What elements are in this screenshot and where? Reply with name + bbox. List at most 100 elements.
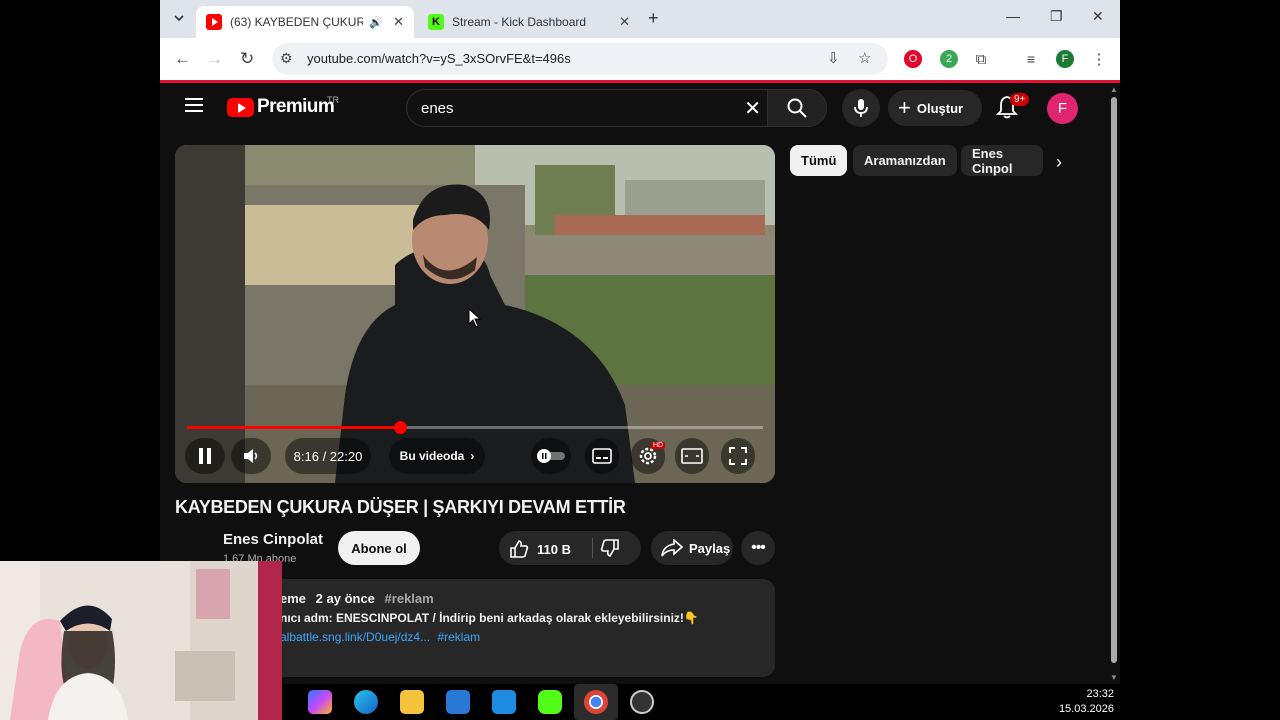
- hashtag-link[interactable]: #reklam: [385, 591, 434, 606]
- like-dislike-group: 110 B: [499, 531, 641, 565]
- create-button[interactable]: + Oluştur: [888, 90, 982, 126]
- pause-icon: [199, 448, 211, 464]
- chevron-right-icon[interactable]: ›: [1056, 152, 1062, 173]
- channel-name[interactable]: Enes Cinpolat: [223, 531, 323, 548]
- like-button[interactable]: 110 B: [509, 539, 571, 559]
- kick-favicon-icon: K: [428, 14, 444, 30]
- window-close-button[interactable]: ✕: [1092, 8, 1104, 25]
- media-queue-icon[interactable]: ≡: [1022, 50, 1040, 68]
- clock-date: 15.03.2026: [1058, 703, 1114, 715]
- time-display: 8:16 / 22:20: [285, 438, 371, 474]
- description-line: nıcı adm: ENESCINPOLAT / İndirip beni ar…: [280, 611, 699, 625]
- tab-title: Stream - Kick Dashboard: [452, 15, 587, 29]
- profile-avatar[interactable]: F: [1056, 50, 1074, 68]
- speaker-icon[interactable]: 🔊: [369, 16, 383, 29]
- menu-icon[interactable]: ⋮: [1090, 50, 1108, 68]
- more-horizontal-icon: •••: [751, 539, 766, 556]
- tab-kick[interactable]: K Stream - Kick Dashboard ✕: [418, 6, 640, 38]
- theater-mode-button[interactable]: [675, 438, 709, 474]
- speaker-icon: [244, 449, 258, 463]
- voice-search-button[interactable]: [842, 89, 880, 127]
- extension-icon[interactable]: 2: [940, 50, 958, 68]
- copilot-icon[interactable]: [308, 690, 332, 714]
- tab-strip: (63) KAYBEDEN ÇUKURA D 🔊 ✕ K Stream - Ki…: [160, 0, 1120, 38]
- share-label: Paylaş: [689, 540, 731, 556]
- scroll-down-icon[interactable]: ▼: [1110, 673, 1118, 682]
- plus-icon: +: [898, 95, 911, 120]
- url-text[interactable]: youtube.com/watch?v=yS_3xSOrvFE&t=496s: [307, 51, 571, 66]
- new-tab-button[interactable]: +: [648, 8, 659, 29]
- obs-icon[interactable]: [630, 690, 654, 714]
- tab-title: (63) KAYBEDEN ÇUKURA D: [230, 15, 364, 29]
- youtube-logo-text[interactable]: Premium: [257, 96, 335, 118]
- progress-bar[interactable]: [187, 421, 763, 434]
- extension-badge: 2: [945, 53, 953, 65]
- edge-icon[interactable]: [354, 690, 378, 714]
- sponsor-link[interactable]: albattle.sng.link/D0uej/dz4...: [280, 630, 430, 644]
- back-button[interactable]: ←: [174, 49, 191, 69]
- store-icon[interactable]: [446, 690, 470, 714]
- chip-all[interactable]: Tümü: [790, 145, 848, 176]
- browser-window: (63) KAYBEDEN ÇUKURA D 🔊 ✕ K Stream - Ki…: [160, 0, 1120, 684]
- site-info-icon[interactable]: ⚙: [280, 50, 293, 67]
- dislike-button[interactable]: [600, 538, 620, 561]
- volume-button[interactable]: [231, 438, 271, 474]
- system-clock[interactable]: 23:32 15.03.2026: [1059, 687, 1114, 717]
- scroll-up-icon[interactable]: ▲: [1110, 85, 1118, 94]
- tab-search-button[interactable]: [168, 6, 190, 30]
- notification-badge: 9+: [1010, 93, 1030, 106]
- webcam-overlay: [0, 561, 282, 720]
- minimize-button[interactable]: —: [1006, 8, 1020, 24]
- hamburger-menu-icon[interactable]: [185, 98, 203, 112]
- search-query[interactable]: enes: [421, 100, 454, 117]
- fullscreen-button[interactable]: [721, 438, 755, 474]
- thumbs-up-icon: [510, 540, 529, 558]
- address-bar[interactable]: ⚙ youtube.com/watch?v=yS_3xSOrvFE&t=496s…: [272, 43, 888, 75]
- chip-channel[interactable]: Enes Cinpol: [961, 145, 1043, 176]
- scroll-thumb[interactable]: [1111, 97, 1117, 663]
- bookmark-star-icon[interactable]: ☆: [858, 49, 871, 67]
- page-scrollbar[interactable]: ▲ ▼: [1108, 83, 1120, 684]
- toolbar: ← → ↻ ⚙ youtube.com/watch?v=yS_3xSOrvFE&…: [160, 38, 1120, 80]
- subtitles-button[interactable]: [585, 438, 619, 474]
- chrome-icon[interactable]: [584, 690, 608, 714]
- restore-button[interactable]: ❐: [1050, 8, 1063, 25]
- hashtag-link[interactable]: #reklam: [437, 630, 480, 644]
- file-explorer-icon[interactable]: [400, 690, 424, 714]
- subtitles-icon: [592, 448, 612, 464]
- mail-icon[interactable]: [492, 690, 516, 714]
- forward-button[interactable]: →: [206, 49, 223, 69]
- kick-app-icon[interactable]: [538, 690, 562, 714]
- clear-search-icon[interactable]: ✕: [744, 96, 761, 121]
- create-label: Oluştur: [916, 100, 964, 116]
- screen: (63) KAYBEDEN ÇUKURA D 🔊 ✕ K Stream - Ki…: [0, 0, 1280, 720]
- settings-button[interactable]: HD: [631, 438, 666, 474]
- view-count: eme: [280, 591, 307, 606]
- share-button[interactable]: Paylaş: [651, 531, 733, 565]
- account-avatar[interactable]: F: [1047, 93, 1078, 124]
- install-icon[interactable]: ⇩: [827, 49, 840, 67]
- opera-extension-icon[interactable]: O: [904, 50, 922, 68]
- description-meta: eme 2 ay önce #reklam: [280, 591, 434, 606]
- share-icon: [661, 539, 683, 557]
- search-button[interactable]: [767, 89, 827, 127]
- autoplay-toggle[interactable]: [531, 438, 571, 474]
- more-actions-button[interactable]: •••: [741, 531, 775, 565]
- close-icon[interactable]: ✕: [393, 14, 404, 30]
- puzzle-icon[interactable]: ⧉: [972, 50, 990, 68]
- chip-from-search[interactable]: Aramanızdan: [853, 145, 957, 176]
- subscribe-button[interactable]: Abone ol: [338, 531, 420, 565]
- chapter-button[interactable]: Bu videoda ›: [389, 438, 485, 474]
- tab-youtube[interactable]: (63) KAYBEDEN ÇUKURA D 🔊 ✕: [196, 6, 414, 38]
- description-links: albattle.sng.link/D0uej/dz4... #reklam: [280, 630, 480, 644]
- chapter-label: Bu videoda: [399, 449, 465, 463]
- close-icon[interactable]: ✕: [619, 14, 630, 30]
- pause-button[interactable]: [185, 438, 225, 474]
- upload-age: 2 ay önce: [315, 591, 375, 606]
- profile-letter: F: [1061, 53, 1069, 65]
- youtube-logo-icon[interactable]: [227, 98, 254, 117]
- search-input[interactable]: enes ✕: [406, 89, 768, 127]
- reload-button[interactable]: ↻: [240, 49, 254, 69]
- video-player[interactable]: 8:16 / 22:20 Bu videoda › HD: [175, 145, 775, 483]
- fullscreen-icon: [729, 447, 747, 465]
